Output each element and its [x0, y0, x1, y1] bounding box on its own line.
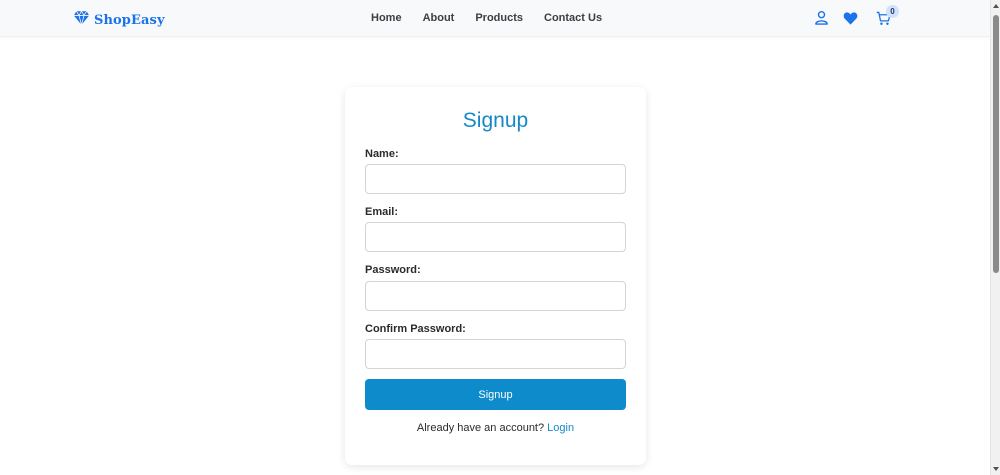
user-icon[interactable] — [814, 10, 829, 25]
navbar: ShopEasy Home About Products Contact Us — [0, 0, 990, 37]
confirm-password-label: Confirm Password: — [365, 323, 466, 335]
brand-name: ShopEasy — [94, 13, 165, 28]
nav-link-home[interactable]: Home — [371, 12, 402, 24]
login-prompt: Already have an account? Login — [345, 422, 646, 434]
cart-count-badge: 0 — [886, 5, 899, 18]
password-label: Password: — [365, 264, 421, 276]
vertical-scrollbar[interactable] — [990, 0, 1000, 475]
nav-icons: 0 — [814, 5, 904, 30]
scroll-up-arrow-icon[interactable] — [993, 4, 999, 8]
scroll-down-arrow-icon[interactable] — [993, 467, 999, 471]
nav-links: Home About Products Contact Us — [371, 12, 623, 24]
login-link[interactable]: Login — [547, 422, 574, 434]
password-input[interactable] — [365, 281, 626, 311]
page-title: Signup — [462, 109, 529, 132]
scrollbar-thumb[interactable] — [993, 15, 999, 273]
email-input[interactable] — [365, 222, 626, 252]
heart-icon[interactable] — [843, 11, 858, 26]
nav-link-products[interactable]: Products — [475, 12, 523, 24]
name-label: Name: — [365, 148, 399, 160]
name-input[interactable] — [365, 164, 626, 194]
signup-card: Signup Name: Email: Password: Confirm Pa… — [345, 87, 646, 465]
confirm-password-input[interactable] — [365, 339, 626, 369]
brand-logo[interactable]: ShopEasy — [73, 10, 165, 31]
email-label: Email: — [365, 206, 399, 218]
login-prompt-text: Already have an account? — [416, 422, 545, 434]
nav-link-contact[interactable]: Contact Us — [544, 12, 602, 24]
diamond-icon — [73, 10, 90, 31]
signup-button[interactable]: Signup — [365, 379, 626, 410]
nav-link-about[interactable]: About — [423, 12, 455, 24]
